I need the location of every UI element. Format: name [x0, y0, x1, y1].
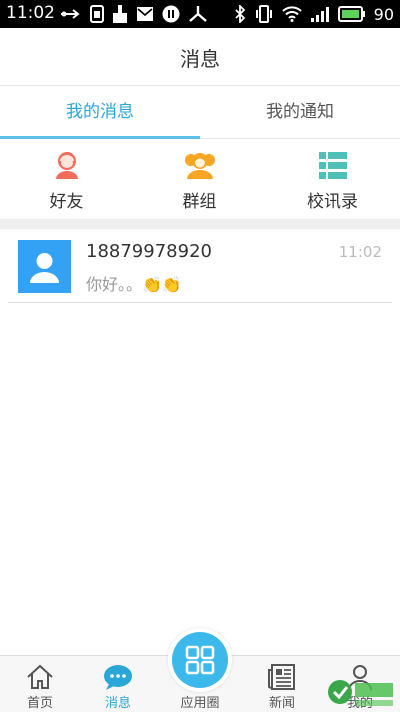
nav-messages-label: 消息 — [104, 696, 131, 711]
vibrate-icon — [255, 5, 272, 23]
nav-news-label: 新闻 — [268, 696, 295, 711]
mail-icon — [137, 7, 153, 21]
avatar — [18, 240, 71, 293]
status-bar: 11:02 90 — [0, 0, 400, 28]
conversation-preview: 你好。。👏👏 — [86, 275, 182, 294]
group-icon — [184, 153, 215, 179]
tab-my-messages[interactable]: 我的消息 — [0, 86, 200, 138]
battery-percent: 90 — [373, 4, 394, 24]
groups-label: 群组 — [182, 192, 217, 212]
news-icon — [268, 664, 295, 690]
status-time: 11:02 — [6, 3, 55, 23]
watermark-logo — [328, 680, 393, 706]
sim-icon — [90, 5, 104, 23]
bluetooth-icon — [235, 5, 245, 23]
quick-entries: 好友 群组 校讯录 — [0, 139, 400, 219]
groups-entry[interactable]: 群组 — [133, 139, 266, 219]
conversation-name: 18879978920 — [86, 241, 212, 262]
battery-icon — [337, 6, 365, 22]
directory-icon — [318, 152, 347, 179]
friends-entry[interactable]: 好友 — [0, 139, 133, 219]
user-icon — [30, 253, 59, 283]
friend-icon — [55, 152, 78, 179]
signal-icon — [310, 7, 329, 22]
nav-home-label: 首页 — [26, 696, 53, 711]
chat-icon — [104, 665, 132, 690]
home-icon — [27, 664, 53, 689]
nav-apps-label: 应用圈 — [180, 696, 220, 711]
apps-icon — [185, 645, 215, 675]
nav-messages[interactable]: 消息 — [78, 656, 158, 712]
section-divider — [0, 219, 400, 229]
tab-bar: 我的消息 我的通知 — [0, 86, 400, 139]
tab-my-notifications[interactable]: 我的通知 — [200, 86, 400, 138]
apps-center-button[interactable] — [168, 628, 232, 692]
wifi-icon — [281, 6, 302, 22]
usb-icon — [61, 9, 80, 19]
clean-icon — [113, 5, 127, 23]
pause-icon — [162, 5, 180, 23]
page-title: 消息 — [180, 47, 220, 71]
nav-news[interactable]: 新闻 — [242, 656, 322, 712]
apps-button-circle[interactable] — [172, 632, 228, 688]
list-divider — [8, 302, 392, 303]
share-icon — [189, 6, 207, 22]
directory-entry[interactable]: 校讯录 — [266, 139, 399, 219]
conversation-time: 11:02 — [338, 243, 382, 261]
friends-label: 好友 — [49, 192, 84, 212]
app-header: 消息 — [0, 28, 400, 86]
conversation-item[interactable]: 18879978920 11:02 你好。。👏👏 — [0, 229, 400, 303]
directory-label: 校讯录 — [307, 192, 358, 212]
nav-home[interactable]: 首页 — [0, 656, 80, 712]
